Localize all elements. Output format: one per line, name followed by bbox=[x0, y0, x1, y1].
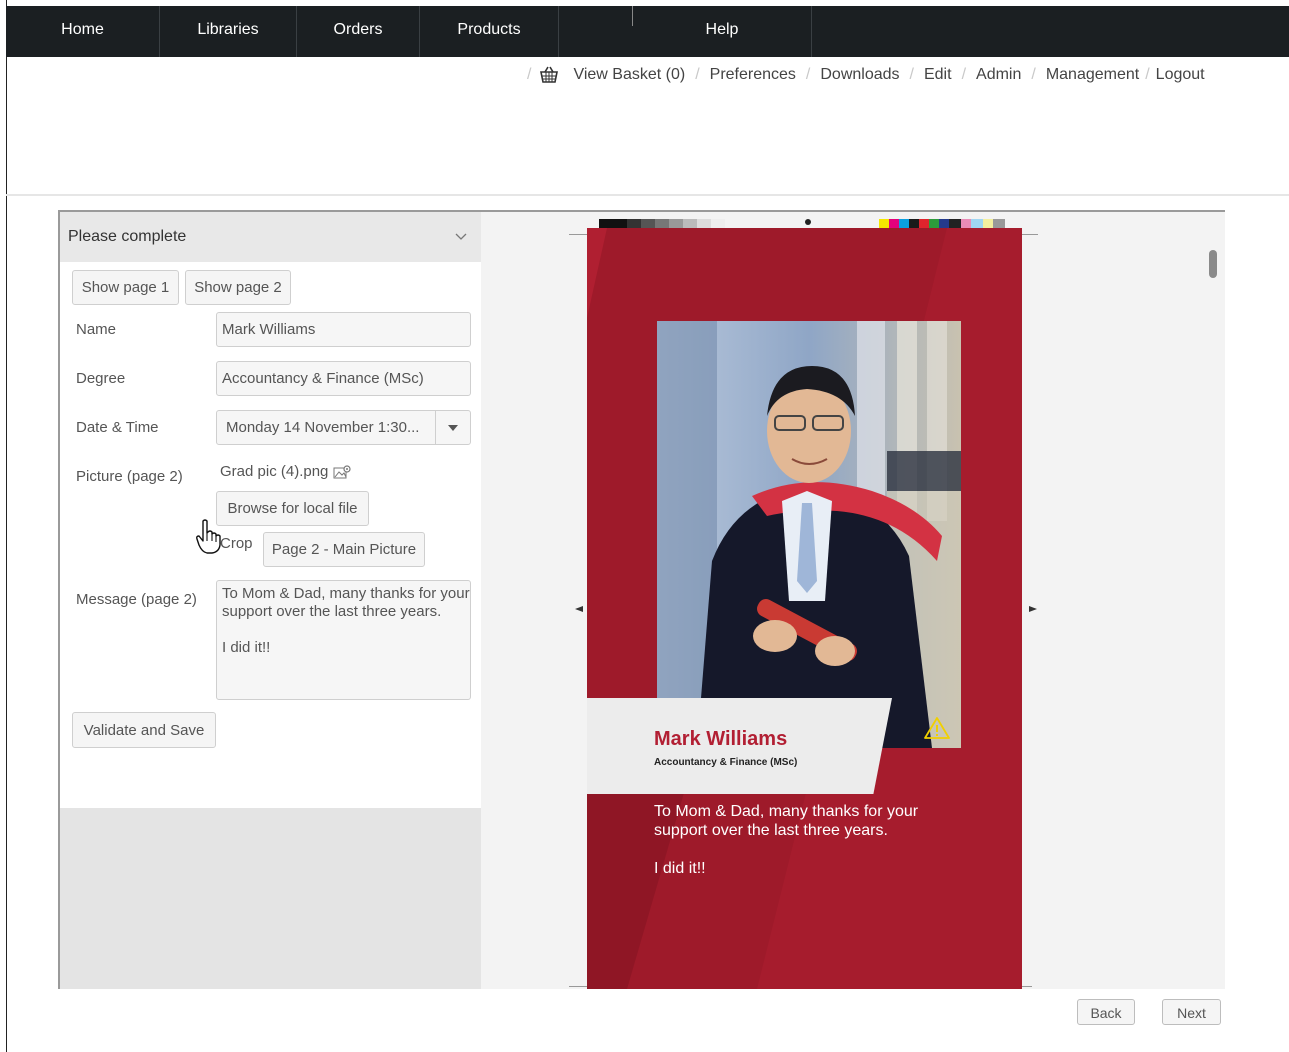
accordion-header[interactable]: Please complete bbox=[60, 212, 481, 262]
nav-products[interactable]: Products bbox=[420, 6, 559, 57]
editor-panel: Please complete Show page 1 Show page 2 … bbox=[58, 210, 1225, 989]
preferences-link[interactable]: Preferences bbox=[710, 66, 796, 84]
registration-target-icon bbox=[805, 219, 811, 225]
show-page-1-button[interactable]: Show page 1 bbox=[72, 270, 179, 305]
separator: / bbox=[909, 66, 914, 83]
separator: / bbox=[961, 66, 967, 83]
window-edge bbox=[6, 0, 7, 1052]
message-textarea[interactable]: To Mom & Dad, many thanks for your suppo… bbox=[216, 580, 471, 700]
management-link[interactable]: Management bbox=[1046, 66, 1139, 84]
hand-pointer-cursor-icon bbox=[196, 519, 221, 554]
picture-filename-text: Grad pic (4).png bbox=[220, 463, 329, 480]
chevron-down-icon[interactable] bbox=[455, 230, 467, 242]
next-button[interactable]: Next bbox=[1162, 999, 1221, 1025]
top-nav: Home Libraries Orders Products Help bbox=[6, 6, 1289, 57]
datetime-label: Date & Time bbox=[76, 419, 159, 436]
preview-canvas: Mark Williams Accountancy & Finance (MSc… bbox=[481, 212, 1225, 989]
left-page-marker bbox=[575, 606, 583, 612]
preview-scrollbar[interactable] bbox=[1209, 250, 1217, 278]
picture-label: Picture (page 2) bbox=[76, 468, 183, 485]
datetime-value: Monday 14 November 1:30... bbox=[226, 419, 420, 436]
caret-down-icon bbox=[448, 425, 458, 431]
crop-mark bbox=[569, 986, 587, 987]
image-settings-icon[interactable] bbox=[333, 464, 351, 479]
header-divider bbox=[6, 194, 1289, 196]
dropdown-toggle[interactable] bbox=[435, 411, 470, 444]
edit-link[interactable]: Edit bbox=[924, 66, 952, 84]
preview-name: Mark Williams bbox=[654, 728, 788, 750]
separator: / bbox=[1145, 66, 1150, 83]
crop-mark bbox=[1022, 234, 1038, 235]
admin-link[interactable]: Admin bbox=[976, 66, 1021, 84]
separator: / bbox=[805, 66, 811, 83]
basket-icon[interactable] bbox=[539, 66, 559, 84]
separator: / bbox=[695, 66, 700, 83]
logout-link[interactable]: Logout bbox=[1156, 66, 1205, 84]
nav-blank[interactable] bbox=[559, 6, 633, 57]
colour-registration-bar bbox=[879, 219, 1005, 228]
nav-help[interactable]: Help bbox=[633, 6, 812, 57]
browse-local-file-button[interactable]: Browse for local file bbox=[216, 491, 369, 526]
graduate-photo bbox=[657, 321, 961, 748]
separator: / bbox=[527, 66, 532, 83]
name-input[interactable]: Mark Williams bbox=[216, 312, 471, 347]
downloads-link[interactable]: Downloads bbox=[820, 66, 899, 84]
nav-home[interactable]: Home bbox=[6, 6, 160, 57]
show-page-2-button[interactable]: Show page 2 bbox=[185, 270, 291, 305]
personalise-form: Show page 1 Show page 2 Name Mark Willia… bbox=[60, 262, 481, 808]
degree-label: Degree bbox=[76, 370, 126, 387]
message-label: Message (page 2) bbox=[76, 591, 197, 608]
name-label: Name bbox=[76, 321, 117, 338]
warning-icon[interactable] bbox=[924, 716, 950, 740]
form-sidebar: Please complete Show page 1 Show page 2 … bbox=[58, 212, 481, 989]
crop-mark bbox=[1022, 986, 1032, 987]
datetime-select[interactable]: Monday 14 November 1:30... bbox=[216, 410, 471, 445]
panel-title: Please complete bbox=[68, 228, 187, 245]
view-basket-link[interactable]: View Basket (0) bbox=[573, 66, 685, 84]
utility-links: / View Basket (0) / Preferences / Downlo… bbox=[527, 66, 1205, 84]
crop-mark bbox=[569, 234, 587, 235]
preview-message: To Mom & Dad, many thanks for your suppo… bbox=[654, 803, 919, 877]
separator: / bbox=[1031, 66, 1036, 83]
right-page-marker bbox=[1029, 606, 1037, 612]
grey-registration-bar bbox=[599, 219, 725, 228]
preview-degree: Accountancy & Finance (MSc) bbox=[654, 757, 798, 768]
nav-libraries[interactable]: Libraries bbox=[160, 6, 297, 57]
nav-orders[interactable]: Orders bbox=[297, 6, 420, 57]
back-button[interactable]: Back bbox=[1077, 999, 1135, 1025]
card-page-preview[interactable]: Mark Williams Accountancy & Finance (MSc… bbox=[587, 228, 1022, 989]
validate-save-button[interactable]: Validate and Save bbox=[72, 712, 216, 748]
picture-filename: Grad pic (4).png bbox=[220, 463, 351, 480]
degree-input[interactable]: Accountancy & Finance (MSc) bbox=[216, 361, 471, 396]
crop-page-2-button[interactable]: Page 2 - Main Picture bbox=[263, 532, 425, 567]
